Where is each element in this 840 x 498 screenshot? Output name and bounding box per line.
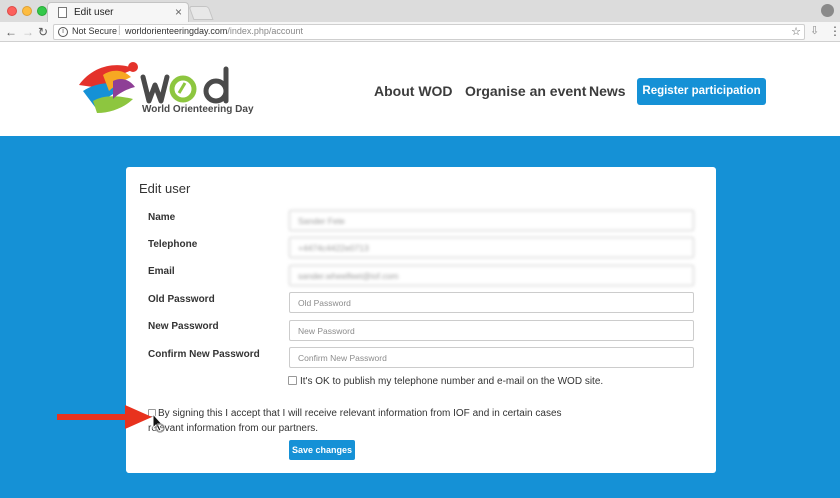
address-bar[interactable]: i Not Secure | worldorienteeringday.com/… (53, 24, 805, 40)
browser-tab[interactable]: Edit user × (47, 2, 189, 22)
mouse-pointer-icon (152, 413, 165, 433)
browser-toolbar: ← → ↻ i Not Secure | worldorienteeringda… (0, 22, 840, 42)
name-field[interactable] (289, 210, 694, 231)
document-icon (58, 7, 67, 18)
new-password-label: New Password (148, 321, 219, 332)
url-domain: worldorienteeringday.com (125, 26, 228, 36)
edit-user-card: Edit user Name Telephone Email Old Passw… (126, 167, 716, 473)
telephone-field[interactable] (289, 237, 694, 258)
publish-contact-label: It's OK to publish my telephone number a… (300, 376, 604, 387)
new-tab-button[interactable] (188, 6, 214, 20)
maximize-window-button[interactable] (37, 6, 47, 16)
nav-news-link[interactable]: News (589, 83, 626, 99)
back-arrow-icon[interactable]: ← (5, 24, 17, 40)
telephone-label: Telephone (148, 239, 198, 250)
old-password-field[interactable] (289, 292, 694, 313)
tab-close-icon[interactable]: × (175, 5, 182, 19)
nav-about-link[interactable]: About WOD (374, 83, 453, 99)
site-header: World Orienteering Day About WOD Organis… (0, 43, 840, 136)
browser-menu-icon[interactable]: ⋮ (829, 23, 840, 39)
profile-icon[interactable] (821, 4, 834, 17)
card-title: Edit user (139, 181, 191, 196)
red-arrow-annotation (57, 405, 152, 429)
url-text: worldorienteeringday.com/index.php/accou… (125, 26, 303, 36)
save-changes-button[interactable]: Save changes (289, 440, 355, 460)
iof-consent-row: By signing this I accept that I will rec… (148, 406, 568, 436)
confirm-password-field[interactable] (289, 347, 694, 368)
browser-tabstrip: Edit user × (0, 0, 840, 22)
email-label: Email (148, 266, 175, 277)
new-password-field[interactable] (289, 320, 694, 341)
bookmark-star-icon[interactable]: ☆ (791, 25, 801, 38)
url-separator: | (118, 25, 121, 36)
minimize-window-button[interactable] (22, 6, 32, 16)
close-window-button[interactable] (7, 6, 17, 16)
confirm-password-label: Confirm New Password (148, 349, 260, 360)
info-icon[interactable]: i (58, 27, 68, 37)
publish-contact-checkbox[interactable] (288, 376, 297, 385)
name-label: Name (148, 212, 176, 223)
publish-contact-row: It's OK to publish my telephone number a… (288, 376, 603, 387)
old-password-label: Old Password (148, 294, 215, 305)
forward-arrow-icon[interactable]: → (22, 24, 34, 40)
iof-consent-label: By signing this I accept that I will rec… (148, 408, 562, 434)
tab-title: Edit user (74, 7, 114, 18)
register-participation-button[interactable]: Register participation (637, 78, 766, 105)
not-secure-label: Not Secure (72, 26, 118, 36)
reload-icon[interactable]: ↻ (38, 24, 48, 40)
url-path: /index.php/account (227, 26, 303, 36)
email-field[interactable] (289, 265, 694, 286)
nav-organise-link[interactable]: Organise an event (465, 83, 586, 99)
extension-icon[interactable]: ⇩ (810, 24, 822, 38)
logo-subtitle: World Orienteering Day (142, 104, 254, 115)
